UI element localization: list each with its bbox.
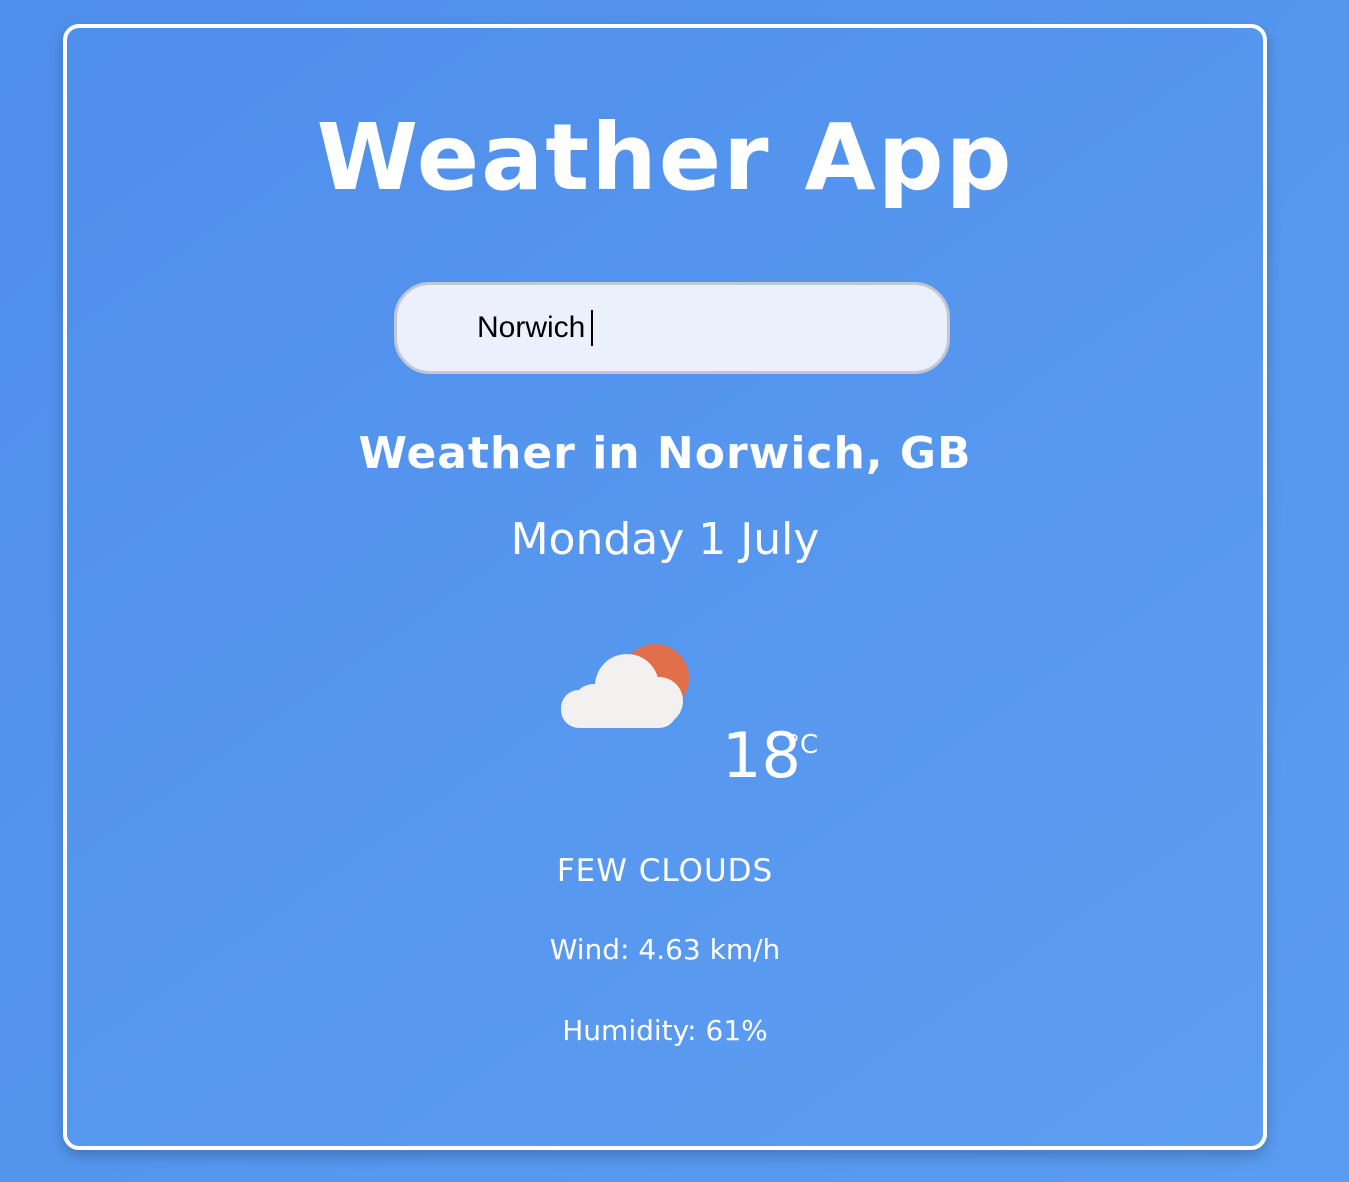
weather-card: Weather App Norwich Weather in Norwich, … <box>63 24 1267 1150</box>
humidity-value: Humidity: 61% <box>562 1014 768 1047</box>
city-search-input[interactable]: Norwich <box>394 282 950 374</box>
page-background: Weather App Norwich Weather in Norwich, … <box>0 0 1349 1182</box>
weather-description: FEW CLOUDS <box>556 853 774 889</box>
text-caret <box>591 310 594 346</box>
app-title: Weather App <box>316 104 1014 211</box>
temperature-unit: °C <box>787 730 819 760</box>
search-input-value[interactable]: Norwich <box>477 311 585 345</box>
wind-speed: Wind: 4.63 km/h <box>549 933 781 966</box>
current-date: Monday 1 July <box>510 514 820 565</box>
few-clouds-icon <box>561 644 689 728</box>
location-heading: Weather in Norwich, GB <box>358 428 972 479</box>
